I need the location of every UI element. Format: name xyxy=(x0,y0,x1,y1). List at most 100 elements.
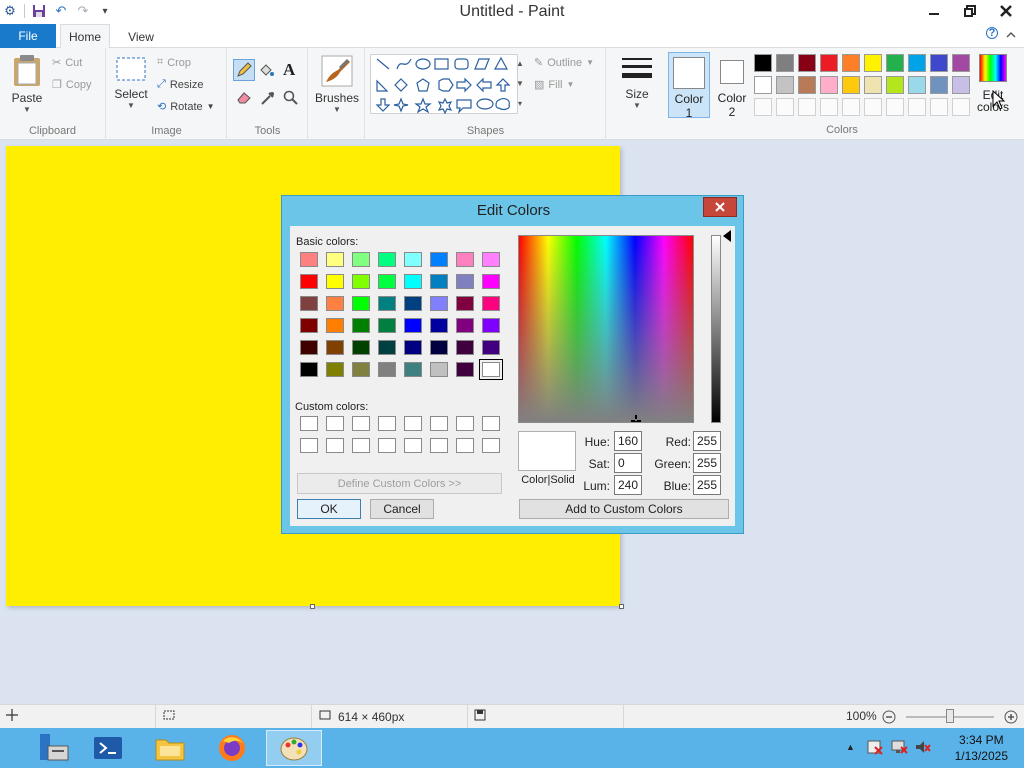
paste-button[interactable]: Paste ▼ xyxy=(6,54,48,114)
luminance-slider[interactable] xyxy=(711,235,721,423)
color-picker-tool[interactable] xyxy=(260,90,276,109)
pencil-tool[interactable] xyxy=(233,59,255,81)
basic-color-swatch[interactable] xyxy=(482,318,500,333)
basic-color-swatch[interactable] xyxy=(378,252,396,267)
palette-swatch[interactable] xyxy=(754,54,772,72)
palette-custom-swatch[interactable] xyxy=(886,98,904,116)
select-button[interactable]: Select ▼ xyxy=(113,56,149,110)
basic-color-swatch[interactable] xyxy=(456,362,474,377)
close-button[interactable] xyxy=(988,0,1024,22)
palette-swatch[interactable] xyxy=(842,54,860,72)
tab-home[interactable]: Home xyxy=(60,24,110,49)
help-icon[interactable]: ? xyxy=(986,27,998,39)
basic-color-swatch[interactable] xyxy=(456,318,474,333)
color-spectrum[interactable] xyxy=(518,235,694,423)
system-clock[interactable]: 3:34 PM 1/13/2025 xyxy=(955,732,1008,764)
resize-button[interactable]: ⤢ Resize xyxy=(157,78,203,91)
basic-color-swatch[interactable] xyxy=(378,318,396,333)
basic-color-swatch[interactable] xyxy=(326,318,344,333)
blue-field[interactable]: 255 xyxy=(693,475,721,495)
palette-swatch[interactable] xyxy=(952,76,970,94)
text-tool[interactable]: A xyxy=(283,60,295,80)
fill-button[interactable]: ▧ Fill ▼ xyxy=(534,78,574,92)
resize-handle-bottom[interactable] xyxy=(310,604,315,609)
file-explorer-button[interactable] xyxy=(142,730,198,766)
minimize-button[interactable] xyxy=(916,0,952,22)
eraser-tool[interactable] xyxy=(236,90,252,107)
palette-swatch[interactable] xyxy=(886,76,904,94)
volume-icon[interactable] xyxy=(914,739,932,758)
ok-button[interactable]: OK xyxy=(297,499,361,519)
basic-color-swatch[interactable] xyxy=(378,296,396,311)
palette-swatch[interactable] xyxy=(798,76,816,94)
cut-button[interactable]: ✂ Cut xyxy=(52,56,82,70)
shapes-gallery-scroll[interactable]: ▲ ▼ ▾ xyxy=(514,54,526,114)
restore-button[interactable] xyxy=(952,0,988,22)
palette-custom-swatch[interactable] xyxy=(776,98,794,116)
custom-color-swatch[interactable] xyxy=(456,416,474,431)
basic-color-swatch[interactable] xyxy=(300,252,318,267)
basic-color-swatch[interactable] xyxy=(456,340,474,355)
palette-custom-swatch[interactable] xyxy=(864,98,882,116)
basic-color-swatch[interactable] xyxy=(352,252,370,267)
firefox-button[interactable] xyxy=(204,730,260,766)
palette-swatch[interactable] xyxy=(930,54,948,72)
basic-color-swatch[interactable] xyxy=(456,274,474,289)
palette-swatch[interactable] xyxy=(820,76,838,94)
palette-custom-swatch[interactable] xyxy=(798,98,816,116)
basic-color-swatch[interactable] xyxy=(430,340,448,355)
size-button[interactable]: Size ▼ xyxy=(614,54,660,110)
palette-custom-swatch[interactable] xyxy=(952,98,970,116)
basic-color-swatch[interactable] xyxy=(482,340,500,355)
custom-color-swatch[interactable] xyxy=(404,438,422,453)
basic-color-swatch[interactable] xyxy=(300,362,318,377)
basic-color-swatch[interactable] xyxy=(482,252,500,267)
palette-custom-swatch[interactable] xyxy=(820,98,838,116)
powershell-button[interactable] xyxy=(80,730,136,766)
green-field[interactable]: 255 xyxy=(693,453,721,473)
basic-color-swatch[interactable] xyxy=(430,296,448,311)
show-hidden-icons-button[interactable]: ▲ xyxy=(846,742,855,752)
lum-field[interactable]: 240 xyxy=(614,475,642,495)
custom-color-swatch[interactable] xyxy=(456,438,474,453)
basic-color-swatch[interactable] xyxy=(326,274,344,289)
palette-swatch[interactable] xyxy=(842,76,860,94)
crop-button[interactable]: ⌗ Crop xyxy=(157,56,191,69)
zoom-in-button[interactable] xyxy=(1004,710,1018,727)
basic-color-swatch[interactable] xyxy=(326,252,344,267)
custom-color-swatch[interactable] xyxy=(482,416,500,431)
basic-color-swatch[interactable] xyxy=(404,340,422,355)
dialog-close-button[interactable] xyxy=(703,197,737,217)
basic-color-swatch[interactable] xyxy=(326,296,344,311)
zoom-slider-thumb[interactable] xyxy=(946,709,954,723)
custom-color-swatch[interactable] xyxy=(482,438,500,453)
custom-color-swatch[interactable] xyxy=(430,416,448,431)
custom-color-swatch[interactable] xyxy=(430,438,448,453)
basic-color-swatch[interactable] xyxy=(300,318,318,333)
palette-swatch[interactable] xyxy=(952,54,970,72)
basic-color-swatch[interactable] xyxy=(404,274,422,289)
custom-color-swatch[interactable] xyxy=(300,416,318,431)
basic-color-swatch[interactable] xyxy=(352,340,370,355)
basic-color-swatch[interactable] xyxy=(482,296,500,311)
basic-color-swatch[interactable] xyxy=(404,362,422,377)
basic-color-swatch[interactable] xyxy=(352,362,370,377)
palette-swatch[interactable] xyxy=(930,76,948,94)
palette-swatch[interactable] xyxy=(754,76,772,94)
palette-swatch[interactable] xyxy=(776,54,794,72)
palette-custom-swatch[interactable] xyxy=(930,98,948,116)
basic-color-swatch[interactable] xyxy=(404,318,422,333)
basic-color-swatch[interactable] xyxy=(482,274,500,289)
resize-handle-corner[interactable] xyxy=(619,604,624,609)
fill-tool[interactable] xyxy=(258,62,274,81)
basic-color-swatch[interactable] xyxy=(352,296,370,311)
basic-color-swatch-selected[interactable] xyxy=(479,359,503,380)
zoom-out-button[interactable] xyxy=(882,710,896,727)
palette-custom-swatch[interactable] xyxy=(842,98,860,116)
palette-custom-swatch[interactable] xyxy=(908,98,926,116)
palette-swatch[interactable] xyxy=(908,76,926,94)
palette-custom-swatch[interactable] xyxy=(754,98,772,116)
minimize-ribbon-icon[interactable] xyxy=(1006,29,1016,43)
palette-swatch[interactable] xyxy=(864,76,882,94)
basic-color-swatch[interactable] xyxy=(300,274,318,289)
